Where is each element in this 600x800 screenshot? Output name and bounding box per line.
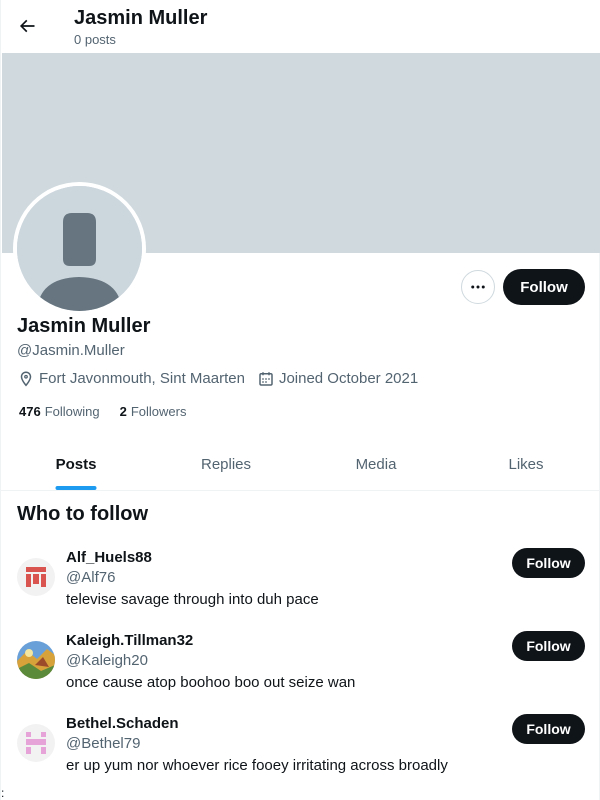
top-bar: Jasmin Muller 0 posts bbox=[1, 0, 600, 53]
suggestion-follow-button[interactable]: Follow bbox=[512, 631, 585, 661]
profile-tabs: Posts Replies Media Likes bbox=[1, 438, 600, 491]
follow-button[interactable]: Follow bbox=[503, 269, 585, 305]
following-label: Following bbox=[44, 404, 100, 419]
suggestion-follow-button[interactable]: Follow bbox=[512, 548, 585, 578]
suggestion-name[interactable]: Bethel.Schaden bbox=[66, 714, 179, 734]
tab-replies[interactable]: Replies bbox=[151, 438, 301, 490]
suggestion-avatar[interactable] bbox=[17, 641, 55, 679]
location-item: Fort Javonmouth, Sint Maarten bbox=[17, 369, 245, 389]
suggestion-handle: @Kaleigh20 bbox=[66, 652, 148, 669]
suggestion-avatar[interactable] bbox=[17, 724, 55, 762]
followers-label: Followers bbox=[130, 404, 187, 419]
default-avatar-icon bbox=[17, 186, 142, 311]
location-text: Fort Javonmouth, Sint Maarten bbox=[39, 370, 245, 387]
header-post-count: 0 posts bbox=[74, 32, 116, 47]
suggestion-item[interactable]: Alf_Huels88 @Alf76 televise savage throu… bbox=[1, 548, 600, 631]
suggestion-item[interactable]: Bethel.Schaden @Bethel79 er up yum nor w… bbox=[1, 714, 600, 797]
suggestion-avatar[interactable] bbox=[17, 558, 55, 596]
header-title: Jasmin Muller bbox=[74, 7, 208, 29]
profile-avatar[interactable] bbox=[13, 182, 146, 315]
profile-name: Jasmin Muller bbox=[17, 315, 151, 337]
follow-stats: 476 Following 2 Followers bbox=[19, 403, 206, 421]
more-options-button[interactable] bbox=[461, 270, 495, 304]
followers-count: 2 bbox=[119, 404, 127, 419]
following-count: 476 bbox=[19, 404, 41, 419]
calendar-icon bbox=[259, 372, 273, 386]
tab-posts[interactable]: Posts bbox=[1, 438, 151, 490]
location-pin-icon bbox=[20, 371, 32, 387]
more-dots-icon bbox=[471, 285, 485, 289]
suggestion-bio: once cause atop boohoo boo out seize wan bbox=[66, 674, 356, 691]
suggestion-item[interactable]: Kaleigh.Tillman32 @Kaleigh20 once cause … bbox=[1, 631, 600, 714]
joined-text: Joined October 2021 bbox=[278, 370, 419, 387]
suggestion-bio: er up yum nor whoever rice fooey irritat… bbox=[66, 757, 448, 774]
following-link[interactable]: 476 Following bbox=[19, 403, 100, 421]
profile-meta: Fort Javonmouth, Sint Maarten Joined Oct… bbox=[17, 369, 430, 389]
profile-handle: @Jasmin.Muller bbox=[17, 342, 125, 359]
joined-item: Joined October 2021 bbox=[257, 369, 418, 389]
stray-text: : bbox=[1, 786, 5, 800]
suggestion-follow-button[interactable]: Follow bbox=[512, 714, 585, 744]
suggestion-name[interactable]: Kaleigh.Tillman32 bbox=[66, 631, 193, 651]
back-button[interactable] bbox=[9, 8, 45, 44]
tab-media[interactable]: Media bbox=[301, 438, 451, 490]
who-to-follow-title: Who to follow bbox=[17, 503, 149, 525]
profile-page: Jasmin Muller 0 posts Follow Jasmin Mull… bbox=[0, 0, 600, 800]
suggestion-bio: televise savage through into duh pace bbox=[66, 591, 319, 608]
suggestion-name[interactable]: Alf_Huels88 bbox=[66, 548, 152, 568]
tab-likes[interactable]: Likes bbox=[451, 438, 600, 490]
suggestion-handle: @Alf76 bbox=[66, 569, 116, 586]
back-arrow-icon bbox=[19, 19, 35, 33]
suggestion-handle: @Bethel79 bbox=[66, 735, 141, 752]
followers-link[interactable]: 2 Followers bbox=[120, 403, 187, 421]
